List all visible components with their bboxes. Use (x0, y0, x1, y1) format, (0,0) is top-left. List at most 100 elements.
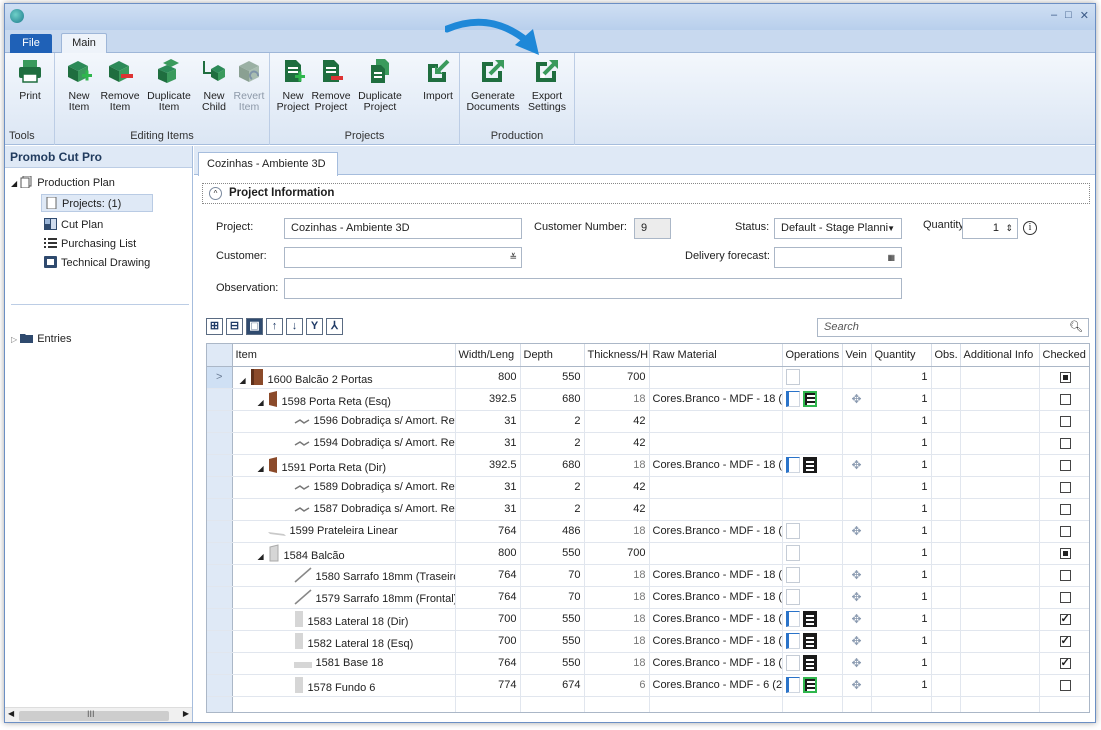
quantity-cell[interactable]: 1 (871, 410, 932, 433)
row-header[interactable] (207, 674, 233, 697)
raw-material-cell[interactable] (649, 542, 783, 565)
checkbox[interactable] (1059, 459, 1071, 471)
item-cell[interactable]: ◢ 1584 Balcão (232, 542, 456, 565)
close-button[interactable]: ✕ (1080, 9, 1089, 22)
obs-cell[interactable] (931, 454, 961, 477)
col-header[interactable]: Depth (520, 344, 585, 367)
item-cell[interactable]: 1596 Dobradiça s/ Amort. Ret (232, 410, 456, 433)
table-row[interactable]: 1599 Prateleira Linear 764 486 18 Cores.Bran… (207, 520, 1089, 543)
raw-material-cell[interactable]: Cores.Branco - MDF - 18 (2 (649, 564, 783, 587)
depth-cell[interactable]: 550 (520, 608, 585, 631)
depth-cell[interactable]: 550 (520, 366, 585, 389)
vein-cell[interactable]: ✥ (842, 454, 872, 477)
checkbox[interactable] (1059, 437, 1071, 449)
quantity-cell[interactable]: 1 (871, 630, 932, 653)
operation-darkgreen-icon[interactable] (802, 677, 817, 693)
width-cell[interactable]: 764 (455, 652, 521, 675)
obs-cell[interactable] (931, 608, 961, 631)
col-header[interactable]: Checked (1039, 344, 1089, 367)
search-icon[interactable]: 🔍︎ (1069, 319, 1083, 336)
col-header[interactable]: Operations (782, 344, 843, 367)
checkbox[interactable] (1059, 371, 1071, 383)
checkbox[interactable] (1059, 591, 1071, 603)
vein-cell[interactable]: ✥ (842, 630, 872, 653)
quantity-cell[interactable]: 1 (871, 542, 932, 565)
operations-cell[interactable] (782, 432, 843, 455)
vein-cell[interactable]: ✥ (842, 652, 872, 675)
width-cell[interactable]: 31 (455, 498, 521, 521)
checked-cell[interactable] (1039, 388, 1089, 411)
operation-faded-icon[interactable] (785, 655, 800, 671)
additional-info-cell[interactable] (960, 564, 1040, 587)
vein-cell[interactable] (842, 366, 872, 389)
checked-cell[interactable] (1039, 586, 1089, 609)
col-header[interactable]: Width/Leng (455, 344, 521, 367)
vein-cell[interactable] (842, 542, 872, 565)
search-input[interactable]: Search 🔍︎ (817, 318, 1089, 337)
quantity-cell[interactable]: 1 (871, 388, 932, 411)
quantity-cell[interactable]: 1 (871, 476, 932, 499)
export-settings-button[interactable]: Export Settings (524, 57, 570, 113)
scroll-left-icon[interactable]: ◀ (8, 709, 14, 718)
operations-cell[interactable] (782, 498, 843, 521)
obs-cell[interactable] (931, 630, 961, 653)
table-row[interactable]: > ◢ 1600 Balcão 2 Portas 800 550 700 1 (207, 366, 1089, 389)
width-cell[interactable]: 774 (455, 674, 521, 697)
width-cell[interactable]: 800 (455, 366, 521, 389)
table-row[interactable]: 1582 Lateral 18 (Esq) 700 550 18 Cores.Branc… (207, 630, 1089, 653)
thickness-cell[interactable]: 700 (584, 366, 650, 389)
calendar-icon[interactable]: ▦ (887, 248, 895, 267)
vein-direction-icon[interactable]: ✥ (851, 458, 861, 472)
vein-direction-icon[interactable]: ✥ (851, 568, 861, 582)
expand-toggle-icon[interactable]: ◢ (258, 464, 268, 473)
vein-direction-icon[interactable]: ✥ (851, 590, 861, 604)
double-chevron-down-icon[interactable]: ≚ (509, 248, 517, 267)
new-child-button[interactable]: New Child (197, 57, 231, 113)
table-row[interactable]: 1589 Dobradiça s/ Amort. Ret 31 2 42 1 (207, 476, 1089, 499)
item-cell[interactable]: 1581 Base 18 (232, 652, 456, 675)
operation-dark-icon[interactable] (802, 611, 817, 627)
checked-cell[interactable] (1039, 630, 1089, 653)
operation-faded-icon[interactable] (785, 523, 800, 539)
tree-production-plan[interactable]: ◢ Production Plan (11, 174, 115, 192)
table-row[interactable]: 1583 Lateral 18 (Dir) 700 550 18 Cores.Branc… (207, 608, 1089, 631)
scroll-thumb[interactable]: III (19, 709, 169, 721)
operations-cell[interactable] (782, 410, 843, 433)
operation-dark-icon[interactable] (802, 655, 817, 671)
checked-cell[interactable] (1039, 498, 1089, 521)
table-row[interactable]: ◢ 1591 Porta Reta (Dir) 392.5 680 18 Cores.Br… (207, 454, 1089, 477)
table-row[interactable]: ◢ 1584 Balcão 800 550 700 1 (207, 542, 1089, 565)
quantity-cell[interactable]: 1 (871, 674, 932, 697)
operation-blue-icon[interactable] (785, 611, 800, 627)
additional-info-cell[interactable] (960, 630, 1040, 653)
operations-cell[interactable] (782, 674, 843, 697)
raw-material-cell[interactable] (649, 432, 783, 455)
checked-cell[interactable] (1039, 410, 1089, 433)
depth-cell[interactable]: 674 (520, 674, 585, 697)
thickness-cell[interactable]: 42 (584, 476, 650, 499)
thickness-cell[interactable]: 6 (584, 674, 650, 697)
obs-cell[interactable] (931, 476, 961, 499)
depth-cell[interactable]: 70 (520, 586, 585, 609)
vein-direction-icon[interactable]: ✥ (851, 524, 861, 538)
move-up-icon[interactable]: ↑ (266, 318, 283, 335)
raw-material-cell[interactable]: Cores.Branco - MDF - 18 (2 (649, 586, 783, 609)
depth-cell[interactable]: 680 (520, 388, 585, 411)
sidebar-scrollbar[interactable]: ◀ III ▶ (5, 707, 192, 722)
additional-info-cell[interactable] (960, 586, 1040, 609)
thickness-cell[interactable]: 18 (584, 630, 650, 653)
maximize-button[interactable]: □ (1065, 9, 1072, 22)
table-row[interactable]: 1579 Sarrafo 18mm (Frontal) 764 70 18 Cores.… (207, 586, 1089, 609)
thickness-cell[interactable]: 42 (584, 410, 650, 433)
main-tab[interactable]: Main (61, 33, 107, 54)
operations-cell[interactable] (782, 476, 843, 499)
operations-cell[interactable] (782, 630, 843, 653)
collapsed-arrow-icon[interactable]: ▷ (11, 335, 17, 344)
project-information-header[interactable]: ^ Project Information (202, 183, 1090, 204)
vein-cell[interactable]: ✥ (842, 608, 872, 631)
depth-cell[interactable]: 2 (520, 498, 585, 521)
checkbox[interactable] (1059, 481, 1071, 493)
raw-material-cell[interactable]: Cores.Branco - MDF - 18 (2 (649, 454, 783, 477)
table-row[interactable]: 1578 Fundo 6 774 674 6 Cores.Branco - MDF - … (207, 674, 1089, 697)
raw-material-cell[interactable] (649, 366, 783, 389)
